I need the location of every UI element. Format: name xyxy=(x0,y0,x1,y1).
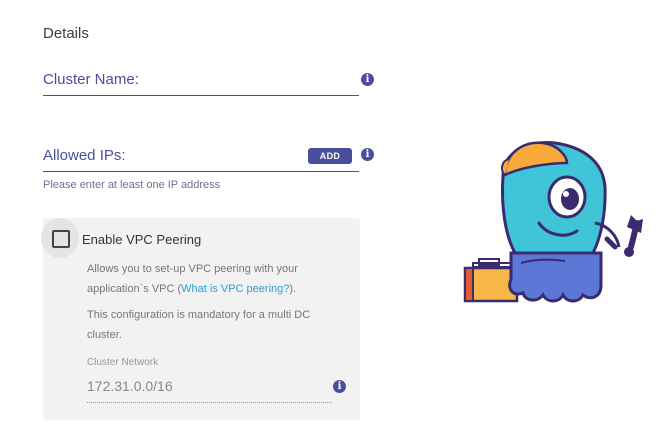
cluster-name-label: Cluster Name: xyxy=(43,71,139,88)
vpc-mandatory-line1: This configuration is mandatory for a mu… xyxy=(87,309,311,321)
cluster-network-underline xyxy=(87,402,332,403)
allowed-ips-label: Allowed IPs: xyxy=(43,147,126,164)
what-is-vpc-peering-link[interactable]: What is VPC peering? xyxy=(181,283,289,295)
cluster-network-label: Cluster Network xyxy=(87,357,159,368)
allowed-ips-helper-text: Please enter at least one IP address xyxy=(43,179,221,191)
cluster-network-input[interactable] xyxy=(87,374,327,398)
info-icon[interactable]: i xyxy=(361,148,374,161)
mascot-illustration xyxy=(463,140,643,303)
info-icon[interactable]: i xyxy=(361,73,374,86)
cluster-name-underline xyxy=(43,95,359,96)
wrench-icon xyxy=(604,215,643,257)
vpc-description-end: ). xyxy=(289,283,297,295)
section-title: Details xyxy=(43,25,89,42)
vpc-description-line2: application`s VPC (What is VPC peering?)… xyxy=(87,279,357,299)
vpc-mandatory-note: This configuration is mandatory for a mu… xyxy=(87,305,357,345)
vpc-description-text: application`s VPC ( xyxy=(87,283,182,295)
enable-vpc-peering-checkbox[interactable] xyxy=(52,230,70,248)
cluster-name-input[interactable] xyxy=(160,68,354,92)
info-icon[interactable]: i xyxy=(333,380,346,393)
enable-vpc-peering-label[interactable]: Enable VPC Peering xyxy=(82,232,201,247)
allowed-ips-underline xyxy=(43,171,359,172)
vpc-description-line1: Allows you to set-up VPC peering with yo… xyxy=(87,263,298,275)
add-ip-button[interactable]: ADD xyxy=(308,148,352,164)
vpc-mandatory-line2: cluster. xyxy=(87,329,122,341)
vpc-description: Allows you to set-up VPC peering with yo… xyxy=(87,259,357,299)
